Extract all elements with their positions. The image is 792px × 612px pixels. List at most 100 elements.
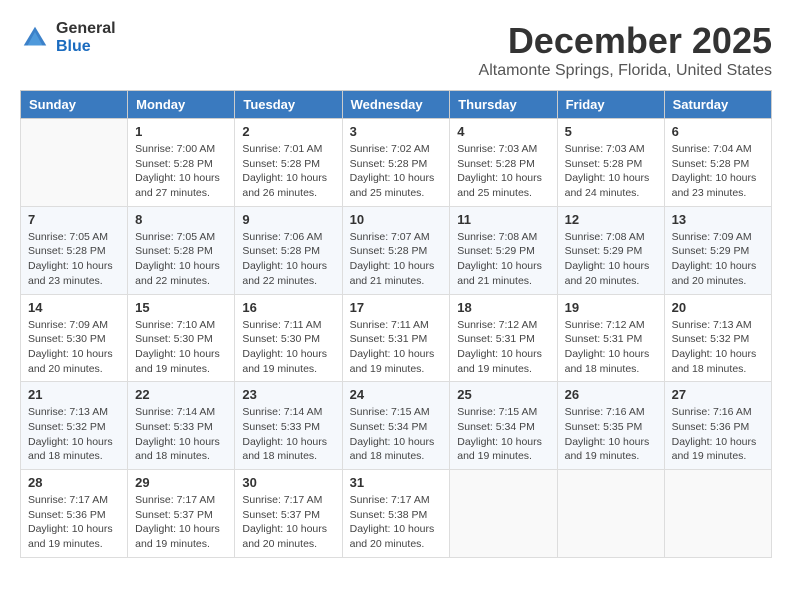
calendar-cell: 19 Sunrise: 7:12 AM Sunset: 5:31 PM Dayli… — [557, 294, 664, 382]
calendar-cell — [557, 470, 664, 558]
day-number: 24 — [350, 387, 443, 402]
calendar-cell: 5 Sunrise: 7:03 AM Sunset: 5:28 PM Daylig… — [557, 119, 664, 207]
day-number: 12 — [565, 212, 657, 227]
weekday-row: SundayMondayTuesdayWednesdayThursdayFrid… — [21, 91, 772, 119]
calendar-cell: 22 Sunrise: 7:14 AM Sunset: 5:33 PM Dayli… — [128, 382, 235, 470]
day-info: Sunrise: 7:00 AM Sunset: 5:28 PM Dayligh… — [135, 142, 227, 201]
calendar-cell: 13Sunrise: 7:09 AM Sunset: 5:29 PM Dayli… — [664, 206, 771, 294]
weekday-header: Monday — [128, 91, 235, 119]
day-info: Sunrise: 7:03 AM Sunset: 5:28 PM Dayligh… — [565, 142, 657, 201]
day-number: 21 — [28, 387, 120, 402]
calendar-cell: 20 Sunrise: 7:13 AM Sunset: 5:32 PM Dayli… — [664, 294, 771, 382]
weekday-header: Saturday — [664, 91, 771, 119]
title-area: December 2025 Altamonte Springs, Florida… — [479, 20, 772, 80]
day-number: 10 — [350, 212, 443, 227]
day-number: 20 — [672, 300, 764, 315]
logo: General Blue — [20, 20, 116, 55]
logo-icon — [20, 23, 50, 53]
day-info: Sunrise: 7:12 AM Sunset: 5:31 PM Dayligh… — [565, 318, 657, 377]
day-info: Sunrise: 7:02 AM Sunset: 5:28 PM Dayligh… — [350, 142, 443, 201]
day-number: 5 — [565, 124, 657, 139]
logo-general: General — [56, 20, 116, 38]
day-info: Sunrise: 7:05 AM Sunset: 5:28 PM Dayligh… — [135, 230, 227, 289]
day-number: 29 — [135, 475, 227, 490]
calendar-cell: 18Sunrise: 7:12 AM Sunset: 5:31 PM Dayli… — [450, 294, 557, 382]
calendar-cell: 17 Sunrise: 7:11 AM Sunset: 5:31 PM Dayli… — [342, 294, 450, 382]
calendar-week-row: 1 Sunrise: 7:00 AM Sunset: 5:28 PM Daylig… — [21, 119, 772, 207]
day-info: Sunrise: 7:13 AM Sunset: 5:32 PM Dayligh… — [672, 318, 764, 377]
day-number: 15 — [135, 300, 227, 315]
day-info: Sunrise: 7:14 AM Sunset: 5:33 PM Dayligh… — [242, 405, 334, 464]
calendar-header: SundayMondayTuesdayWednesdayThursdayFrid… — [21, 91, 772, 119]
day-number: 6 — [672, 124, 764, 139]
day-info: Sunrise: 7:16 AM Sunset: 5:35 PM Dayligh… — [565, 405, 657, 464]
calendar-cell: 2 Sunrise: 7:01 AM Sunset: 5:28 PM Daylig… — [235, 119, 342, 207]
calendar-cell: 8 Sunrise: 7:05 AM Sunset: 5:28 PM Daylig… — [128, 206, 235, 294]
day-number: 3 — [350, 124, 443, 139]
day-info: Sunrise: 7:03 AM Sunset: 5:28 PM Dayligh… — [457, 142, 549, 201]
day-info: Sunrise: 7:09 AM Sunset: 5:30 PM Dayligh… — [28, 318, 120, 377]
calendar-cell: 6 Sunrise: 7:04 AM Sunset: 5:28 PM Daylig… — [664, 119, 771, 207]
day-number: 26 — [565, 387, 657, 402]
page-header: General Blue December 2025 Altamonte Spr… — [20, 20, 772, 80]
day-info: Sunrise: 7:15 AM Sunset: 5:34 PM Dayligh… — [457, 405, 549, 464]
day-info: Sunrise: 7:17 AM Sunset: 5:37 PM Dayligh… — [135, 493, 227, 552]
day-number: 27 — [672, 387, 764, 402]
day-number: 11 — [457, 212, 549, 227]
day-number: 9 — [242, 212, 334, 227]
calendar-cell: 14 Sunrise: 7:09 AM Sunset: 5:30 PM Dayli… — [21, 294, 128, 382]
day-info: Sunrise: 7:17 AM Sunset: 5:38 PM Dayligh… — [350, 493, 443, 552]
day-number: 22 — [135, 387, 227, 402]
day-info: Sunrise: 7:06 AM Sunset: 5:28 PM Dayligh… — [242, 230, 334, 289]
day-info: Sunrise: 7:11 AM Sunset: 5:30 PM Dayligh… — [242, 318, 334, 377]
calendar-cell: 3 Sunrise: 7:02 AM Sunset: 5:28 PM Daylig… — [342, 119, 450, 207]
day-info: Sunrise: 7:01 AM Sunset: 5:28 PM Dayligh… — [242, 142, 334, 201]
day-number: 30 — [242, 475, 334, 490]
day-number: 31 — [350, 475, 443, 490]
calendar-cell: 26 Sunrise: 7:16 AM Sunset: 5:35 PM Dayli… — [557, 382, 664, 470]
calendar-week-row: 14 Sunrise: 7:09 AM Sunset: 5:30 PM Dayli… — [21, 294, 772, 382]
calendar-cell: 27 Sunrise: 7:16 AM Sunset: 5:36 PM Dayli… — [664, 382, 771, 470]
day-info: Sunrise: 7:04 AM Sunset: 5:28 PM Dayligh… — [672, 142, 764, 201]
calendar-cell: 23 Sunrise: 7:14 AM Sunset: 5:33 PM Dayli… — [235, 382, 342, 470]
month-title: December 2025 — [479, 20, 772, 62]
calendar-cell: 25 Sunrise: 7:15 AM Sunset: 5:34 PM Dayli… — [450, 382, 557, 470]
day-number: 28 — [28, 475, 120, 490]
calendar-cell: 24Sunrise: 7:15 AM Sunset: 5:34 PM Dayli… — [342, 382, 450, 470]
day-number: 17 — [350, 300, 443, 315]
day-info: Sunrise: 7:12 AM Sunset: 5:31 PM Dayligh… — [457, 318, 549, 377]
calendar-cell — [450, 470, 557, 558]
day-info: Sunrise: 7:05 AM Sunset: 5:28 PM Dayligh… — [28, 230, 120, 289]
day-info: Sunrise: 7:08 AM Sunset: 5:29 PM Dayligh… — [565, 230, 657, 289]
day-info: Sunrise: 7:16 AM Sunset: 5:36 PM Dayligh… — [672, 405, 764, 464]
day-number: 23 — [242, 387, 334, 402]
weekday-header: Friday — [557, 91, 664, 119]
day-number: 25 — [457, 387, 549, 402]
calendar-cell: 31 Sunrise: 7:17 AM Sunset: 5:38 PM Dayli… — [342, 470, 450, 558]
weekday-header: Tuesday — [235, 91, 342, 119]
day-number: 19 — [565, 300, 657, 315]
day-number: 8 — [135, 212, 227, 227]
logo-text: General Blue — [56, 20, 116, 55]
day-info: Sunrise: 7:17 AM Sunset: 5:37 PM Dayligh… — [242, 493, 334, 552]
calendar-cell: 16Sunrise: 7:11 AM Sunset: 5:30 PM Dayli… — [235, 294, 342, 382]
calendar-cell: 7Sunrise: 7:05 AM Sunset: 5:28 PM Daylig… — [21, 206, 128, 294]
calendar-cell: 1 Sunrise: 7:00 AM Sunset: 5:28 PM Daylig… — [128, 119, 235, 207]
calendar-cell: 15 Sunrise: 7:10 AM Sunset: 5:30 PM Dayli… — [128, 294, 235, 382]
day-info: Sunrise: 7:10 AM Sunset: 5:30 PM Dayligh… — [135, 318, 227, 377]
calendar-cell: 12 Sunrise: 7:08 AM Sunset: 5:29 PM Dayli… — [557, 206, 664, 294]
day-info: Sunrise: 7:13 AM Sunset: 5:32 PM Dayligh… — [28, 405, 120, 464]
day-info: Sunrise: 7:11 AM Sunset: 5:31 PM Dayligh… — [350, 318, 443, 377]
location-title: Altamonte Springs, Florida, United State… — [479, 62, 772, 80]
day-number: 2 — [242, 124, 334, 139]
day-info: Sunrise: 7:14 AM Sunset: 5:33 PM Dayligh… — [135, 405, 227, 464]
day-info: Sunrise: 7:07 AM Sunset: 5:28 PM Dayligh… — [350, 230, 443, 289]
logo-blue: Blue — [56, 38, 116, 56]
calendar-week-row: 28Sunrise: 7:17 AM Sunset: 5:36 PM Dayli… — [21, 470, 772, 558]
day-number: 14 — [28, 300, 120, 315]
calendar-cell: 21 Sunrise: 7:13 AM Sunset: 5:32 PM Dayli… — [21, 382, 128, 470]
calendar-cell: 29 Sunrise: 7:17 AM Sunset: 5:37 PM Dayli… — [128, 470, 235, 558]
calendar-cell — [21, 119, 128, 207]
day-number: 1 — [135, 124, 227, 139]
day-info: Sunrise: 7:09 AM Sunset: 5:29 PM Dayligh… — [672, 230, 764, 289]
